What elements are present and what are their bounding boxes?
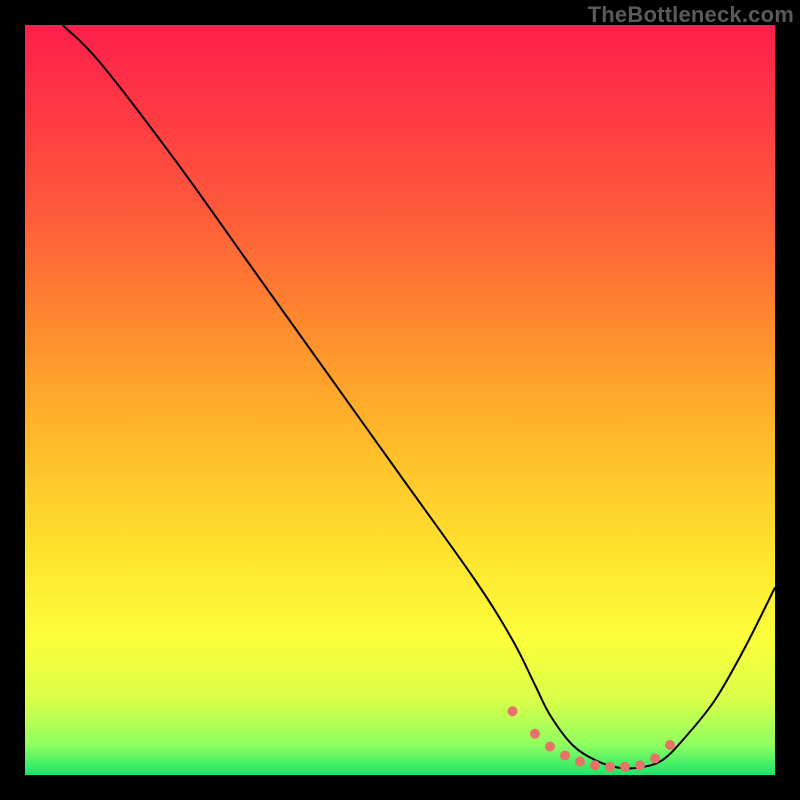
gradient-rect [25, 25, 775, 775]
chart-frame: TheBottleneck.com [0, 0, 800, 800]
optimal-dot [665, 740, 675, 750]
optimal-dot [545, 742, 555, 752]
optimal-dot [560, 751, 570, 761]
optimal-dot [620, 762, 630, 772]
optimal-dot [605, 762, 615, 772]
optimal-dot [508, 706, 518, 716]
optimal-dot [530, 729, 540, 739]
optimal-dot [590, 760, 600, 770]
optimal-dot [635, 760, 645, 770]
optimal-dot [650, 754, 660, 764]
optimal-dot [575, 757, 585, 767]
chart-svg [25, 25, 775, 775]
plot-area [25, 25, 775, 775]
